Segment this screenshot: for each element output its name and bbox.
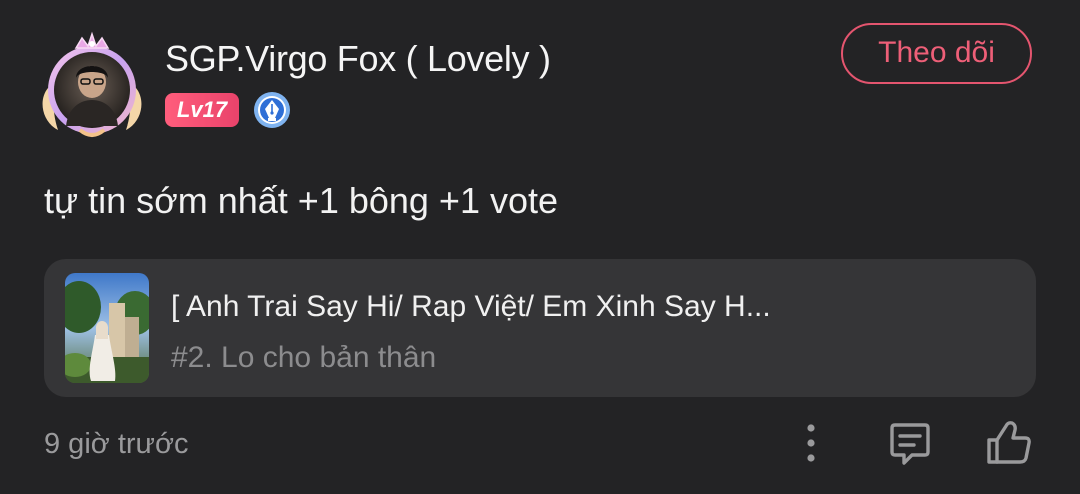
- avatar[interactable]: [36, 30, 148, 142]
- comment-icon[interactable]: [886, 420, 934, 468]
- pen-nib-badge-icon: [253, 91, 291, 129]
- linked-story-title: [ Anh Trai Say Hi/ Rap Việt/ Em Xinh Say…: [171, 290, 771, 323]
- story-cover-thumbnail: [65, 273, 149, 383]
- author-name[interactable]: SGP.Virgo Fox ( Lovely ): [165, 38, 551, 80]
- more-vertical-icon[interactable]: [796, 422, 826, 466]
- linked-story-card[interactable]: [ Anh Trai Say Hi/ Rap Việt/ Em Xinh Say…: [44, 259, 1036, 397]
- post-content: tự tin sớm nhất +1 bông +1 vote: [44, 180, 559, 221]
- thumbs-up-icon[interactable]: [985, 418, 1033, 468]
- avatar-frame-icon: [42, 31, 142, 137]
- follow-button[interactable]: Theo dõi: [841, 23, 1032, 84]
- level-badge: Lv17: [165, 93, 239, 127]
- post-timestamp: 9 giờ trước: [44, 428, 189, 460]
- linked-story-chapter: #2. Lo cho bản thân: [171, 341, 437, 374]
